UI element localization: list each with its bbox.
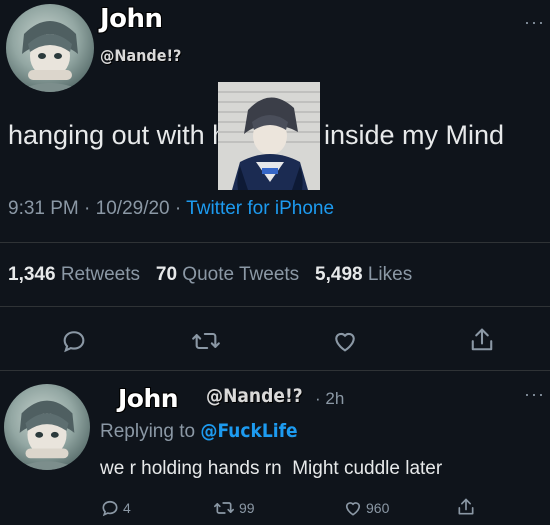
tweet-stats: 1,346 Retweets 70 Quote Tweets 5,498 Lik…	[8, 264, 412, 286]
share-icon	[458, 498, 474, 515]
reply-retweet-count: 99	[239, 500, 255, 516]
tweet-embedded-photo[interactable]	[218, 82, 320, 190]
reply-author-name[interactable]: John	[118, 384, 179, 413]
likes-count: 5,498	[315, 264, 363, 285]
share-button[interactable]	[468, 325, 496, 355]
reply-button[interactable]	[60, 327, 88, 355]
reply-like-count: 960	[366, 500, 390, 516]
quote-tweets-label: Quote Tweets	[182, 264, 300, 285]
reply-retweet-button[interactable]: 99	[212, 498, 255, 518]
divider	[0, 306, 550, 307]
like-button[interactable]	[331, 327, 359, 355]
reply-like-button[interactable]: 960	[343, 498, 389, 518]
retweet-icon	[192, 332, 220, 350]
author-name[interactable]: John	[100, 4, 163, 34]
reply-icon	[102, 500, 118, 517]
like-icon	[345, 502, 361, 516]
retweet-icon	[213, 502, 234, 514]
tweet-source-link[interactable]: Twitter for iPhone	[186, 198, 334, 219]
tweet-meta: 9:31 PM · 10/29/20 · Twitter for iPhone	[8, 198, 334, 220]
meta-separator: ·	[84, 198, 91, 219]
divider	[0, 242, 550, 243]
replying-to-line: Replying to @FuckLife	[100, 420, 298, 443]
more-options-button[interactable]: ···	[524, 12, 545, 33]
quote-tweets-stat[interactable]: 70 Quote Tweets	[156, 264, 305, 285]
reply-author-handle[interactable]: @Nande!?	[206, 385, 303, 407]
divider	[0, 370, 550, 371]
meta-separator: ·	[174, 198, 182, 219]
reply-icon	[63, 331, 85, 353]
like-icon	[335, 332, 355, 352]
quote-tweets-count: 70	[155, 264, 178, 285]
reply-share-button[interactable]	[456, 496, 476, 523]
reply-author-avatar[interactable]	[4, 384, 90, 470]
author-avatar[interactable]	[6, 4, 94, 92]
tweet-date[interactable]: 10/29/20	[96, 198, 170, 219]
reply-more-options-button[interactable]: ···	[524, 384, 545, 405]
reply-reply-count: 4	[123, 500, 131, 516]
replying-to-label: Replying to	[100, 421, 196, 442]
tweet-time: 9:31 PM	[8, 198, 79, 219]
tweet-text-part2: inside my Mind	[324, 120, 505, 150]
author-handle[interactable]: @Nande!?	[100, 46, 181, 65]
reply-reply-button[interactable]: 4	[100, 498, 131, 518]
retweets-count: 1,346	[8, 264, 56, 285]
reply-text: we r holding hands rn Might cuddle later	[100, 458, 443, 479]
likes-label: Likes	[367, 264, 413, 285]
reply-age[interactable]: · 2h	[315, 389, 344, 409]
retweets-stat[interactable]: 1,346 Retweets	[8, 264, 145, 285]
retweets-label: Retweets	[60, 264, 141, 285]
share-icon	[471, 328, 493, 351]
likes-stat[interactable]: 5,498 Likes	[315, 264, 412, 285]
replying-to-handle[interactable]: @FuckLife	[200, 420, 297, 442]
retweet-button[interactable]	[190, 327, 222, 355]
